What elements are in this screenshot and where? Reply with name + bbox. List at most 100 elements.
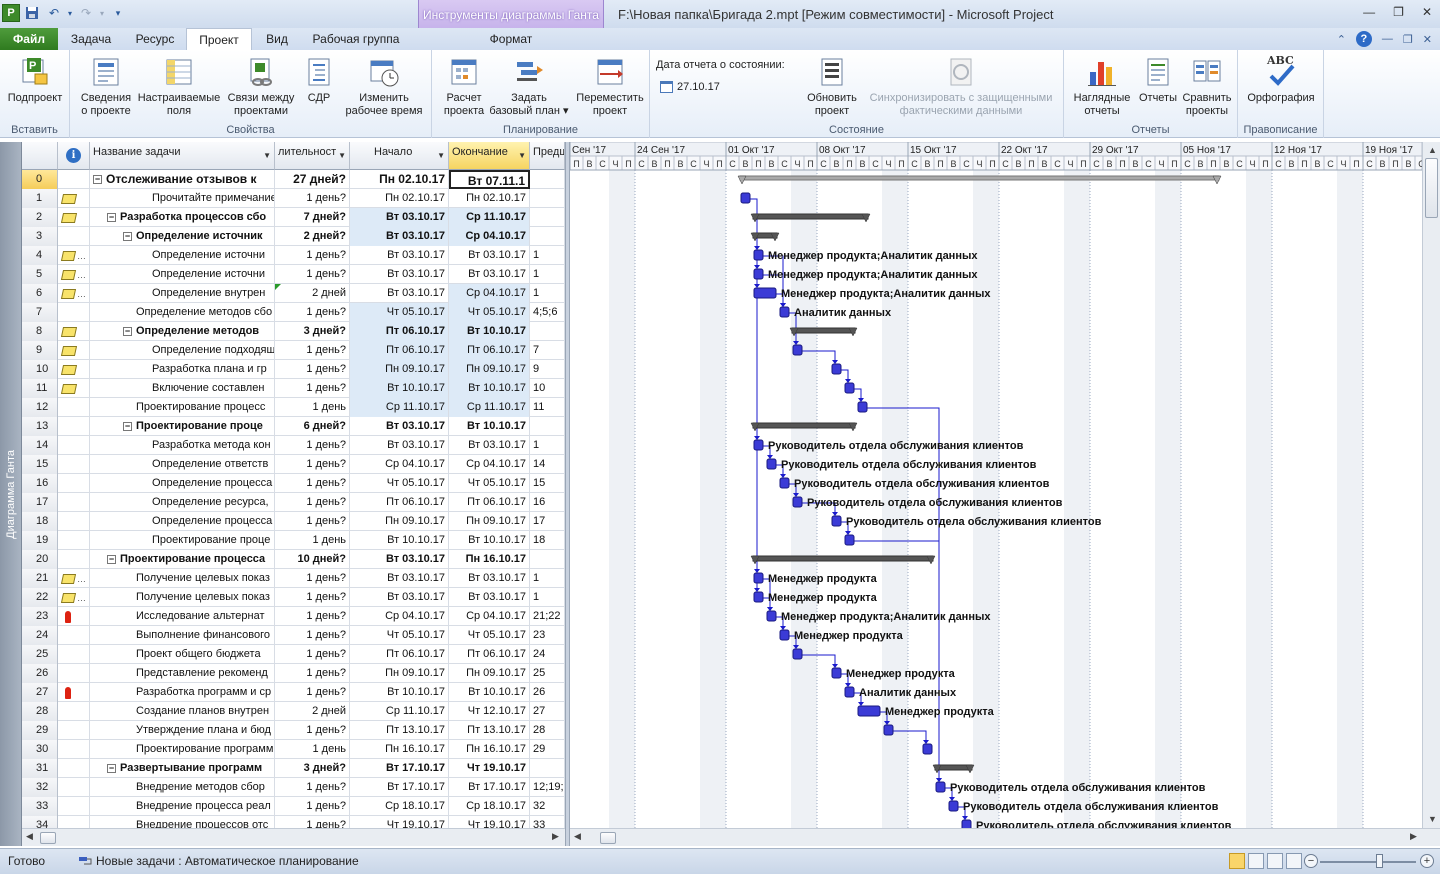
row-indicators[interactable]: … [58,265,90,284]
sync-protected-actuals-button[interactable]: Синхронизировать с защищенными фактическ… [862,56,1060,118]
task-predecessors[interactable] [530,417,565,436]
task-name-cell[interactable]: Включение составлен [90,379,275,398]
row-id[interactable]: 25 [22,645,58,664]
resource-sheet-view-icon[interactable] [1286,853,1302,869]
task-row[interactable]: 30 Проектирование программ 1 день Пн 16.10.… [22,740,565,759]
task-duration[interactable]: 1 день? [275,303,350,322]
calculate-project-button[interactable]: Расчет проекта [436,56,492,118]
row-id[interactable]: 10 [22,360,58,379]
row-indicators[interactable] [58,455,90,474]
row-indicators[interactable]: … [58,284,90,303]
task-name-cell[interactable]: Проектирование программ [90,740,275,759]
task-duration[interactable]: 2 дней [275,702,350,721]
collapse-toggle-icon[interactable]: − [107,212,116,222]
task-row[interactable]: 25 Проект общего бюджета 1 день? Пт 06.10.1… [22,645,565,664]
filter-dropdown-icon[interactable]: ▼ [437,151,445,160]
customize-qat-icon[interactable]: ▾ [108,3,128,23]
collapse-toggle-icon[interactable]: − [93,175,102,185]
column-header-finish[interactable]: Окончание ▼ [449,142,530,170]
collapse-toggle-icon[interactable]: − [123,421,132,431]
task-start[interactable]: Вт 03.10.17 [350,417,449,436]
task-predecessors[interactable] [530,208,565,227]
task-duration[interactable]: 1 день? [275,588,350,607]
tab-project[interactable]: Проект [186,28,252,50]
task-start[interactable]: Вт 10.10.17 [350,683,449,702]
note-icon[interactable] [60,193,78,204]
task-row[interactable]: 11 Включение составлен 1 день? Вт 10.10.17 В… [22,379,565,398]
task-predecessors[interactable]: 4;5;6 [530,303,565,322]
column-header-name[interactable]: Название задачи ▼ [90,142,275,170]
task-predecessors[interactable]: 27 [530,702,565,721]
zoom-out-icon[interactable]: − [1304,854,1318,868]
row-indicators[interactable] [58,417,90,436]
sheet-scroll-thumb[interactable] [40,832,56,844]
task-name-cell[interactable]: Внедрение методов сбор [90,778,275,797]
row-id[interactable]: 14 [22,436,58,455]
note-icon[interactable] [60,288,77,299]
task-name-cell[interactable]: − Разработка процессов сбо [90,208,275,227]
task-row[interactable]: 24 Выполнение финансового 1 день? Чт 05.10.… [22,626,565,645]
task-predecessors[interactable] [530,170,565,189]
scheduling-mode-indicator[interactable]: Новые задачи : Автоматическое планирован… [78,854,359,868]
task-start[interactable]: Пт 13.10.17 [350,721,449,740]
task-name-cell[interactable]: Определение внутрен [90,284,275,303]
doc-close-icon[interactable]: ✕ [1423,33,1432,46]
task-predecessors[interactable]: 1 [530,246,565,265]
task-duration[interactable]: 1 день? [275,341,350,360]
close-icon[interactable]: ✕ [1422,5,1432,19]
task-start[interactable]: Пт 06.10.17 [350,322,449,341]
task-start[interactable]: Вт 03.10.17 [350,208,449,227]
resource-overallocated-icon[interactable] [65,610,71,623]
task-duration[interactable]: 3 дней? [275,322,350,341]
task-name-cell[interactable]: − Проектирование проце [90,417,275,436]
undo-icon[interactable]: ↶ [44,3,64,23]
task-predecessors[interactable]: 1 [530,569,565,588]
task-predecessors[interactable]: 18 [530,531,565,550]
redo-icon[interactable]: ↷ [76,3,96,23]
task-duration[interactable]: 1 день [275,398,350,417]
project-info-button[interactable]: Сведения о проекте [76,56,136,118]
task-duration[interactable]: 1 день? [275,797,350,816]
scroll-right-icon[interactable]: ▶ [1410,831,1417,842]
task-start[interactable]: Вт 17.10.17 [350,778,449,797]
row-id[interactable]: 24 [22,626,58,645]
set-baseline-button[interactable]: Задать базовый план ▾ [486,56,572,118]
links-between-projects-button[interactable]: Связи между проектами [224,56,298,118]
tab-task[interactable]: Задача [62,28,120,50]
task-name-cell[interactable]: Получение целевых показ [90,569,275,588]
task-row[interactable]: 6 … Определение внутрен 2 дней Вт 03.10.17 Ср… [22,284,565,303]
task-name-cell[interactable]: Определение методов сбо [90,303,275,322]
collapse-toggle-icon[interactable]: − [107,763,116,773]
task-finish[interactable]: Пн 09.10.17 [449,512,530,531]
task-duration[interactable]: 1 день? [275,474,350,493]
row-indicators[interactable] [58,759,90,778]
row-indicators[interactable]: … [58,246,90,265]
task-row[interactable]: 17 Определение ресурса, 1 день? Пт 06.10.17… [22,493,565,512]
task-name-cell[interactable]: Утверждение плана и бюд [90,721,275,740]
task-name-cell[interactable]: − Развертывание программ [90,759,275,778]
task-predecessors[interactable] [530,759,565,778]
task-name-cell[interactable]: − Определение источник [90,227,275,246]
task-start[interactable]: Вт 17.10.17 [350,759,449,778]
note-icon[interactable] [60,326,78,337]
task-duration[interactable]: 2 дней [275,284,350,303]
row-id[interactable]: 33 [22,797,58,816]
task-row[interactable]: 12 Проектирование процесс 1 день Ср 11.10.1… [22,398,565,417]
move-project-button[interactable]: Переместить проект [572,56,648,118]
filter-dropdown-icon[interactable]: ▼ [338,151,346,160]
task-start[interactable]: Пт 06.10.17 [350,645,449,664]
task-finish[interactable]: Чт 05.10.17 [449,626,530,645]
task-name-cell[interactable]: Представление рекоменд [90,664,275,683]
note-icon[interactable] [60,592,77,603]
task-duration[interactable]: 1 день? [275,683,350,702]
task-row[interactable]: 9 Определение подходящ 1 день? Пт 06.10.17 П… [22,341,565,360]
task-start[interactable]: Ср 18.10.17 [350,797,449,816]
task-duration[interactable]: 1 день? [275,512,350,531]
redo-dropdown-icon[interactable]: ▾ [98,3,106,23]
change-working-time-button[interactable]: Изменить рабочее время [340,56,428,118]
note-icon[interactable] [60,345,78,356]
task-predecessors[interactable] [530,322,565,341]
collapse-toggle-icon[interactable]: − [123,326,132,336]
task-duration[interactable]: 6 дней? [275,417,350,436]
task-finish[interactable]: Вт 10.10.17 [449,379,530,398]
